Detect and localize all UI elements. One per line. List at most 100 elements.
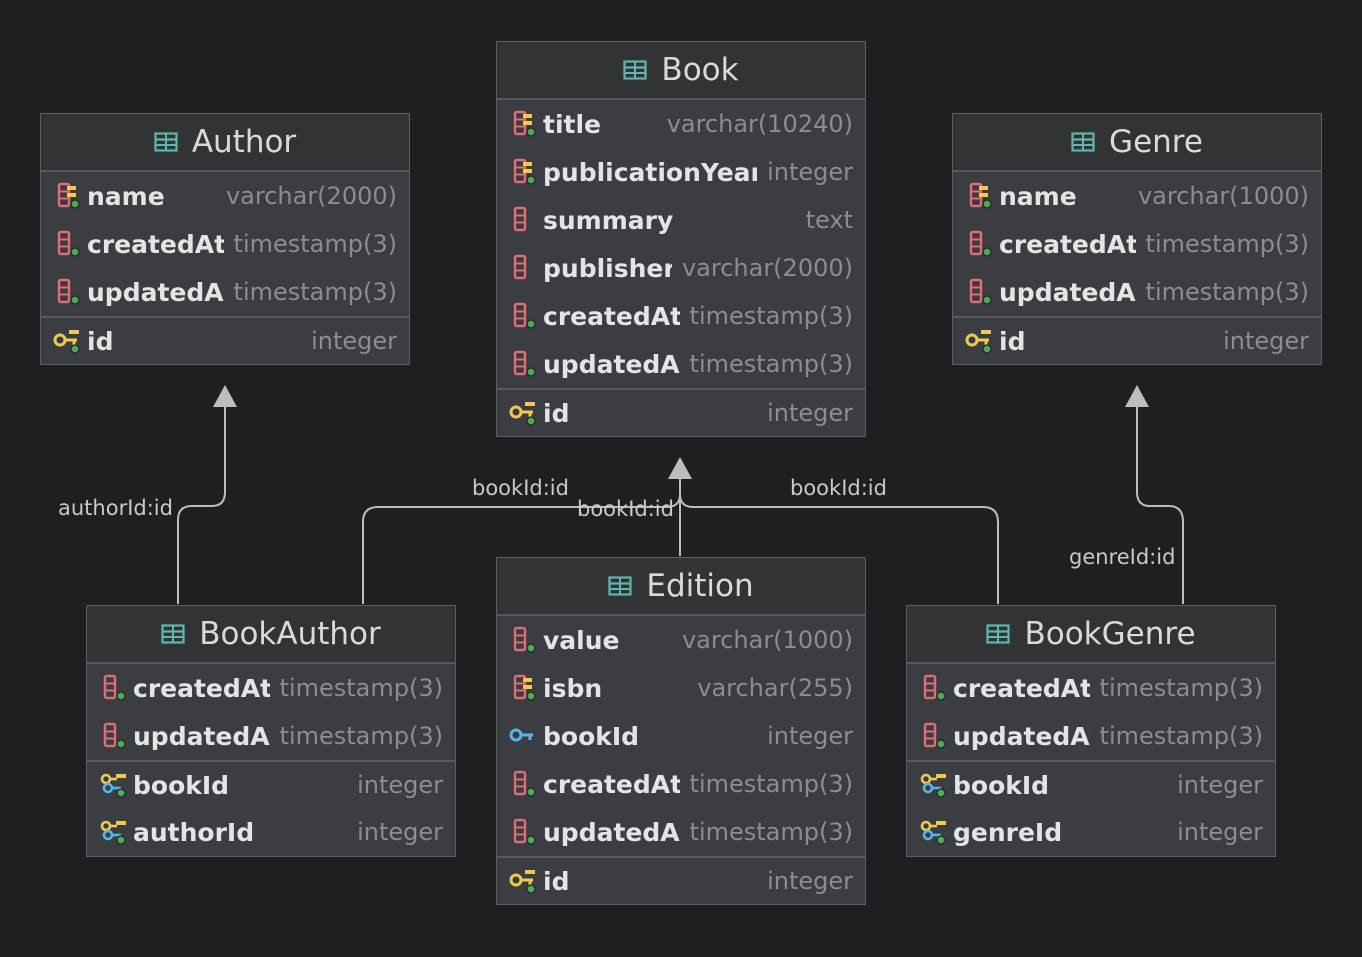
table-title: Book <box>661 52 739 88</box>
table-genre[interactable]: Genre name varchar(1000) createdAt timestamp… <box>952 113 1322 365</box>
column-row[interactable]: createdAt timestamp(3) <box>87 664 455 712</box>
column-row[interactable]: updatedAt timestamp(3) <box>953 268 1321 316</box>
column-icon <box>509 625 539 655</box>
column-row[interactable]: name varchar(2000) <box>41 172 409 220</box>
key-row[interactable]: bookId integer <box>907 760 1275 808</box>
column-type: timestamp(3) <box>1145 230 1309 258</box>
key-row[interactable]: id integer <box>41 316 409 364</box>
column-row[interactable]: publicationYear integer <box>497 148 865 196</box>
column-icon <box>919 721 949 751</box>
column-row[interactable]: name varchar(1000) <box>953 172 1321 220</box>
table-icon <box>986 624 1011 644</box>
column-name: createdAt <box>543 769 680 799</box>
column-name: value <box>543 625 620 655</box>
key-type: integer <box>767 867 853 895</box>
column-type: timestamp(3) <box>279 722 443 750</box>
column-name: updatedAt <box>543 349 680 379</box>
table-bookauthor[interactable]: BookAuthor createdAt timestamp(3) updatedAt… <box>86 605 456 857</box>
key-type: integer <box>311 327 397 355</box>
key-type: integer <box>1223 327 1309 355</box>
column-name: updatedAt <box>543 817 680 847</box>
column-type: integer <box>767 158 853 186</box>
column-type: text <box>805 206 853 234</box>
primary-key-icon <box>509 398 539 428</box>
column-name: name <box>87 181 165 211</box>
key-name: id <box>999 326 1026 356</box>
column-name: summary <box>543 205 674 235</box>
connector-bookgenre-genre <box>1136 405 1184 604</box>
table-header[interactable]: Edition <box>497 558 865 616</box>
table-title: BookAuthor <box>199 616 381 652</box>
column-row[interactable]: updatedAt timestamp(3) <box>907 712 1275 760</box>
key-type: integer <box>357 771 443 799</box>
key-type: integer <box>767 399 853 427</box>
column-icon <box>53 229 83 259</box>
table-title: Author <box>191 124 297 160</box>
arrowhead-book <box>668 457 692 479</box>
column-row[interactable]: updatedAt timestamp(3) <box>41 268 409 316</box>
column-icon <box>509 817 539 847</box>
indexed-column-icon <box>53 181 83 211</box>
composite-key-icon <box>919 817 949 847</box>
indexed-column-icon <box>509 157 539 187</box>
table-header[interactable]: BookAuthor <box>87 606 455 664</box>
table-icon <box>1071 132 1095 152</box>
arrowhead-author <box>213 385 237 407</box>
column-row[interactable]: updatedAt timestamp(3) <box>497 808 865 856</box>
composite-key-icon <box>99 817 129 847</box>
table-header[interactable]: Genre <box>953 114 1321 172</box>
connector-bookauthor-author <box>177 405 226 604</box>
table-icon <box>161 624 185 644</box>
table-title: Genre <box>1109 124 1203 160</box>
table-book[interactable]: Book title varchar(10240) publicationYear in… <box>496 41 866 437</box>
column-row[interactable]: updatedAt timestamp(3) <box>87 712 455 760</box>
table-edition[interactable]: Edition value varchar(1000) isbn varchar(255… <box>496 557 866 905</box>
column-row[interactable]: createdAt timestamp(3) <box>497 760 865 808</box>
column-name: updatedAt <box>953 721 1090 751</box>
table-icon <box>623 60 648 80</box>
key-type: integer <box>1177 771 1263 799</box>
relation-label-edition-bookid: bookId:id <box>577 497 674 521</box>
column-row[interactable]: createdAt timestamp(3) <box>953 220 1321 268</box>
column-name: title <box>543 109 601 139</box>
key-row[interactable]: genreId integer <box>907 808 1275 856</box>
column-name: publisher <box>543 253 672 283</box>
column-type: timestamp(3) <box>1099 674 1263 702</box>
key-name: id <box>87 326 114 356</box>
table-header[interactable]: BookGenre <box>907 606 1275 664</box>
column-name: createdAt <box>133 673 270 703</box>
column-row[interactable]: publisher varchar(2000) <box>497 244 865 292</box>
column-row[interactable]: title varchar(10240) <box>497 100 865 148</box>
column-row[interactable]: updatedAt timestamp(3) <box>497 340 865 388</box>
table-header[interactable]: Author <box>41 114 409 172</box>
key-row[interactable]: id integer <box>953 316 1321 364</box>
column-row[interactable]: createdAt timestamp(3) <box>907 664 1275 712</box>
column-row[interactable]: summary text <box>497 196 865 244</box>
column-row[interactable]: createdAt timestamp(3) <box>497 292 865 340</box>
key-name: authorId <box>133 817 255 847</box>
key-row[interactable]: bookId integer <box>87 760 455 808</box>
table-bookgenre[interactable]: BookGenre createdAt timestamp(3) updatedAt t… <box>906 605 1276 857</box>
column-row[interactable]: createdAt timestamp(3) <box>41 220 409 268</box>
table-author[interactable]: Author name varchar(2000) createdAt timestam… <box>40 113 410 365</box>
column-name: createdAt <box>999 229 1136 259</box>
indexed-column-icon <box>965 181 995 211</box>
column-icon <box>99 721 129 751</box>
column-type: integer <box>767 722 853 750</box>
column-icon <box>509 301 539 331</box>
key-row[interactable]: authorId integer <box>87 808 455 856</box>
column-type: varchar(255) <box>697 674 853 702</box>
key-row[interactable]: id integer <box>497 388 865 436</box>
table-header[interactable]: Book <box>497 42 865 100</box>
relation-label-genreid: genreId:id <box>1069 545 1176 569</box>
column-row[interactable]: value varchar(1000) <box>497 616 865 664</box>
key-row[interactable]: id integer <box>497 856 865 904</box>
column-row[interactable]: isbn varchar(255) <box>497 664 865 712</box>
foreign-key-icon <box>509 721 539 751</box>
column-type: varchar(2000) <box>681 254 853 282</box>
column-type: timestamp(3) <box>689 302 853 330</box>
column-row[interactable]: bookId integer <box>497 712 865 760</box>
key-name: genreId <box>953 817 1063 847</box>
key-name: id <box>543 398 570 428</box>
column-name: updatedAt <box>999 277 1136 307</box>
